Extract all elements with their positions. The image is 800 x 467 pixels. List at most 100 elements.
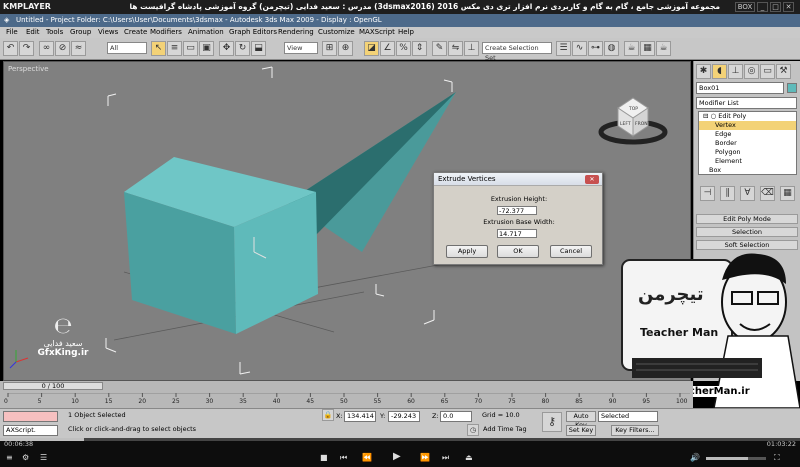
playlist-icon[interactable]: ☰ xyxy=(40,453,47,462)
stack-item-vertex[interactable]: Vertex xyxy=(699,121,796,130)
curve-editor-icon[interactable]: ∿ xyxy=(572,41,587,56)
ok-button[interactable]: OK xyxy=(497,245,539,258)
named-selection-set-input[interactable]: Create Selection Set xyxy=(482,42,552,62)
menu-create[interactable]: Create xyxy=(124,27,147,38)
set-key-button[interactable]: Set Key xyxy=(566,425,596,436)
utilities-tab-icon[interactable]: ⚒ xyxy=(776,64,791,79)
schematic-view-icon[interactable]: ⊶ xyxy=(588,41,603,56)
stack-item-box[interactable]: Box xyxy=(699,166,796,175)
align-icon[interactable]: ⊥ xyxy=(464,41,479,56)
minimize-button[interactable]: _ xyxy=(757,2,768,12)
maxscript-input[interactable]: AXScript. xyxy=(3,425,58,436)
window-crossing-icon[interactable]: ▣ xyxy=(199,41,214,56)
time-slider[interactable]: 0 / 100 xyxy=(3,382,103,390)
motion-tab-icon[interactable]: ◎ xyxy=(744,64,759,79)
angle-snap-icon[interactable]: ∠ xyxy=(380,41,395,56)
selection-rollout[interactable]: Selection xyxy=(696,227,798,237)
menu-icon[interactable]: ≡ xyxy=(6,453,13,462)
rotate-icon[interactable]: ↻ xyxy=(235,41,250,56)
menu-edit[interactable]: Edit xyxy=(26,27,40,38)
menu-modifiers[interactable]: Modifiers xyxy=(150,27,182,38)
scale-icon[interactable]: ⬓ xyxy=(251,41,266,56)
x-coordinate-field[interactable]: 134.414 xyxy=(344,411,376,422)
render-setup-icon[interactable]: ☕ xyxy=(624,41,639,56)
menu-rendering[interactable]: Rendering xyxy=(278,27,314,38)
redo-icon[interactable]: ↷ xyxy=(19,41,34,56)
cancel-button[interactable]: Cancel xyxy=(550,245,592,258)
box-button[interactable]: BOX xyxy=(735,2,755,12)
pin-stack-icon[interactable]: ⊣ xyxy=(700,186,715,201)
set-key-icon[interactable]: ⚷ xyxy=(542,412,562,432)
select-object-icon[interactable]: ↖ xyxy=(151,41,166,56)
play-icon[interactable]: ▶ xyxy=(393,451,401,462)
modifier-list-dropdown[interactable]: Modifier List xyxy=(696,97,797,109)
timeline-ruler[interactable]: 0 5 10 15 20 25 30 35 40 45 50 55 60 65 70 75 80 85 90 95 10… xyxy=(0,392,693,407)
configure-modifier-sets-icon[interactable]: ▦ xyxy=(780,186,795,201)
mirror-icon[interactable]: ⇋ xyxy=(448,41,463,56)
reference-coordinate-dropdown[interactable]: View xyxy=(284,42,318,54)
lock-selection-icon[interactable]: 🔒 xyxy=(322,409,334,421)
selection-filter-dropdown[interactable]: All xyxy=(107,42,147,54)
z-coordinate-field[interactable]: 0.0 xyxy=(440,411,472,422)
unlink-icon[interactable]: ⊘ xyxy=(55,41,70,56)
volume-slider[interactable] xyxy=(706,457,766,460)
select-by-name-icon[interactable]: ≡ xyxy=(167,41,182,56)
stack-item-edge[interactable]: Edge xyxy=(699,130,796,139)
menu-animation[interactable]: Animation xyxy=(188,27,224,38)
maximize-button[interactable]: □ xyxy=(770,2,781,12)
close-dialog-icon[interactable]: ✕ xyxy=(585,175,599,184)
menu-group[interactable]: Group xyxy=(70,27,91,38)
time-tag-icon[interactable]: ◷ xyxy=(467,424,479,436)
rewind-icon[interactable]: ⏪ xyxy=(362,453,372,462)
quick-render-icon[interactable]: ☕ xyxy=(656,41,671,56)
key-mode-dropdown[interactable]: Selected xyxy=(598,411,658,422)
percent-snap-icon[interactable]: % xyxy=(396,41,411,56)
menu-views[interactable]: Views xyxy=(98,27,118,38)
layer-manager-icon[interactable]: ☰ xyxy=(556,41,571,56)
auto-key-button[interactable]: Auto Key xyxy=(566,411,596,429)
menu-customize[interactable]: Customize xyxy=(318,27,355,38)
bind-space-warp-icon[interactable]: ≈ xyxy=(71,41,86,56)
stack-item-border[interactable]: Border xyxy=(699,139,796,148)
hierarchy-tab-icon[interactable]: ⊥ xyxy=(728,64,743,79)
y-coordinate-field[interactable]: -29.243 xyxy=(388,411,420,422)
modify-tab-icon[interactable]: ◖ xyxy=(712,64,727,79)
menu-tools[interactable]: Tools xyxy=(46,27,63,38)
edit-named-selection-icon[interactable]: ✎ xyxy=(432,41,447,56)
menu-maxscript[interactable]: MAXScript xyxy=(359,27,395,38)
stop-icon[interactable]: ■ xyxy=(320,453,328,462)
maxscript-listener-mini[interactable] xyxy=(3,411,58,422)
add-time-tag[interactable]: Add Time Tag xyxy=(481,425,536,436)
close-button[interactable]: ✕ xyxy=(783,2,794,12)
view-cube[interactable]: TOP LEFT FRONT xyxy=(598,97,668,145)
fullscreen-icon[interactable]: ⛶ xyxy=(774,453,780,463)
forward-icon[interactable]: ⏩ xyxy=(420,453,430,462)
extrusion-base-width-input[interactable]: 14.717 xyxy=(497,229,537,238)
pivot-center-icon[interactable]: ⊞ xyxy=(322,41,337,56)
rectangular-selection-icon[interactable]: ▭ xyxy=(183,41,198,56)
stack-item-polygon[interactable]: Polygon xyxy=(699,148,796,157)
next-icon[interactable]: ⏭ xyxy=(442,453,449,463)
snap-toggle-icon[interactable]: ◪ xyxy=(364,41,379,56)
previous-icon[interactable]: ⏮ xyxy=(340,453,347,463)
open-file-icon[interactable]: ⏏ xyxy=(465,453,473,462)
make-unique-icon[interactable]: ∀ xyxy=(740,186,755,201)
object-name-field[interactable]: Box01 xyxy=(696,82,784,94)
extrusion-height-input[interactable]: -72.377 xyxy=(497,206,537,215)
stack-item-edit-poly[interactable]: ⊟ ○ Edit Poly xyxy=(699,112,796,121)
kmplayer-logo[interactable]: KMPLAYER xyxy=(3,2,51,11)
menu-graph-editors[interactable]: Graph Editors xyxy=(229,27,277,38)
key-filters-button[interactable]: Key Filters... xyxy=(611,425,659,436)
settings-icon[interactable]: ⚙ xyxy=(22,453,29,462)
edit-poly-mode-rollout[interactable]: Edit Poly Mode xyxy=(696,214,798,224)
apply-button[interactable]: Apply xyxy=(446,245,488,258)
menu-file[interactable]: File xyxy=(6,27,18,38)
create-tab-icon[interactable]: ✱ xyxy=(696,64,711,79)
rendered-frame-icon[interactable]: ▦ xyxy=(640,41,655,56)
display-tab-icon[interactable]: ▭ xyxy=(760,64,775,79)
move-icon[interactable]: ✥ xyxy=(219,41,234,56)
object-color-swatch[interactable] xyxy=(787,83,797,93)
show-end-result-icon[interactable]: ∥ xyxy=(720,186,735,201)
seek-bar[interactable] xyxy=(0,438,800,441)
link-icon[interactable]: ∞ xyxy=(39,41,54,56)
